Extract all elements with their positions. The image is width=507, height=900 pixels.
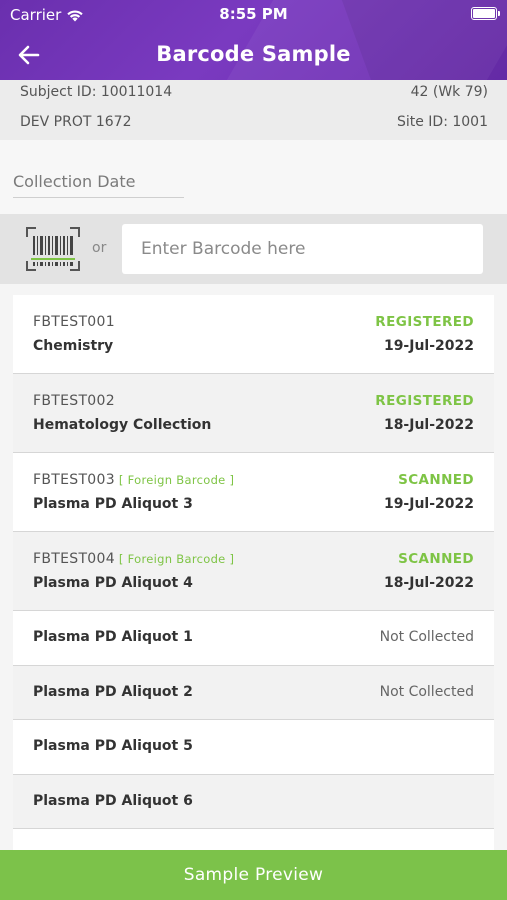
sample-date: 18-Jul-2022 — [383, 575, 474, 591]
sample-date: 19-Jul-2022 — [383, 496, 474, 512]
foreign-barcode-tag: [ Foreign Barcode ] — [118, 552, 235, 566]
status-time: 8:55 PM — [219, 5, 288, 23]
sample-barcode-line: FBTEST004[ Foreign Barcode ] — [33, 551, 234, 567]
nav-bar: Barcode Sample — [0, 34, 507, 74]
sample-name: Plasma PD Aliquot 2 — [33, 683, 193, 700]
protocol-label: DEV PROT 1672 — [20, 114, 132, 130]
sample-barcode: FBTEST001 — [33, 314, 115, 330]
page-title: Barcode Sample — [156, 42, 351, 66]
sample-status: SCANNED — [398, 551, 474, 567]
collection-date-section — [0, 140, 507, 214]
barcode-input[interactable] — [122, 224, 483, 274]
sample-barcode: FBTEST003 — [33, 472, 115, 488]
sample-status: Not Collected — [379, 683, 474, 700]
sample-name: Plasma PD Aliquot 6 — [33, 792, 193, 809]
barcode-scanner-icon[interactable] — [24, 225, 82, 273]
sample-row[interactable]: FBTEST003[ Foreign Barcode ] Plasma PD A… — [13, 453, 494, 532]
collection-date-field[interactable] — [13, 166, 184, 198]
sample-status: Not Collected — [379, 629, 474, 645]
sample-name: Plasma PD Aliquot 4 — [33, 575, 193, 591]
subject-info-panel: Subject ID: 10011014 42 (Wk 79) DEV PROT… — [0, 80, 507, 140]
sample-status: REGISTERED — [375, 314, 474, 330]
sample-name: Plasma PD Aliquot 1 — [33, 629, 193, 645]
sample-row[interactable]: FBTEST001 Chemistry REGISTERED 19-Jul-20… — [13, 295, 494, 374]
sample-name: Chemistry — [33, 338, 114, 354]
sample-row[interactable]: Plasma PD Aliquot 2 Not Collected — [13, 665, 494, 720]
sample-name: Plasma PD Aliquot 5 — [33, 738, 193, 754]
sample-date: 18-Jul-2022 — [383, 417, 474, 433]
app-header: Carrier 8:55 PM Barcode Sample — [0, 0, 507, 80]
sample-row[interactable]: Plasma PD Aliquot 1 Not Collected — [13, 611, 494, 666]
barcode-scan-bar: or — [0, 214, 507, 284]
status-bar: Carrier 8:55 PM — [0, 0, 507, 28]
sample-row[interactable]: FBTEST002 Hematology Collection REGISTER… — [13, 374, 494, 453]
sample-row[interactable]: FBTEST004[ Foreign Barcode ] Plasma PD A… — [13, 532, 494, 611]
sample-list: FBTEST001 Chemistry REGISTERED 19-Jul-20… — [13, 295, 494, 850]
site-id: Site ID: 1001 — [396, 114, 488, 130]
sample-status: SCANNED — [398, 472, 474, 488]
sample-row[interactable]: Plasma PD Aliquot 5 — [13, 720, 494, 775]
sample-barcode: FBTEST004 — [33, 551, 115, 567]
sample-barcode: FBTEST002 — [33, 393, 115, 409]
sample-status: REGISTERED — [375, 393, 474, 409]
sample-row-partial[interactable] — [13, 829, 494, 850]
sample-date: 19-Jul-2022 — [383, 338, 474, 354]
foreign-barcode-tag: [ Foreign Barcode ] — [118, 473, 235, 487]
sample-barcode-line: FBTEST003[ Foreign Barcode ] — [33, 472, 234, 488]
sample-name: Plasma PD Aliquot 3 — [33, 496, 193, 512]
or-label: or — [92, 240, 107, 256]
battery-icon — [471, 7, 500, 20]
sample-preview-button[interactable]: Sample Preview — [0, 850, 507, 900]
subject-id: Subject ID: 10011014 — [20, 84, 173, 100]
sample-name: Hematology Collection — [33, 417, 212, 433]
visit-label: 42 (Wk 79) — [410, 84, 488, 100]
sample-row[interactable]: Plasma PD Aliquot 6 — [13, 774, 494, 829]
